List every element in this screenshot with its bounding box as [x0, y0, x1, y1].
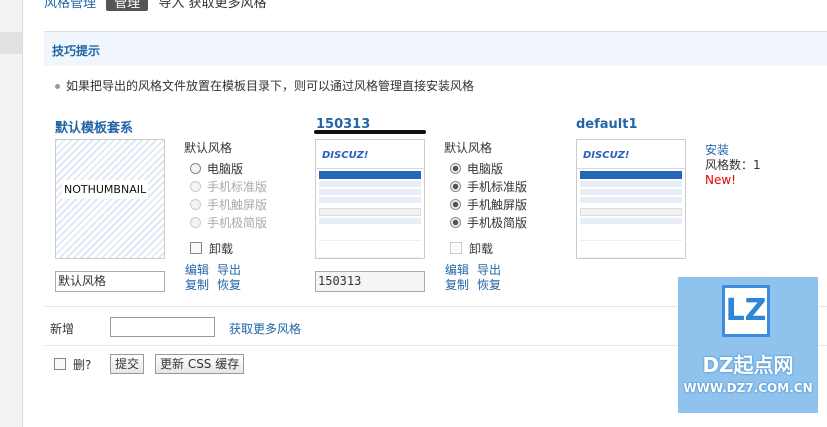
- default-style-label: 默认风格: [444, 141, 493, 155]
- radio-label: 电脑版: [467, 162, 504, 176]
- radio-mobile-standard[interactable]: 手机标准版: [444, 178, 527, 196]
- style-name-default[interactable]: 默认模板套系: [55, 117, 133, 136]
- radio-icon[interactable]: [190, 163, 201, 174]
- restore-link[interactable]: 恢复: [477, 278, 501, 292]
- radio-icon[interactable]: [450, 163, 461, 174]
- radio-icon[interactable]: [450, 217, 461, 228]
- radio-mobile-standard: 手机标准版: [184, 178, 267, 196]
- edit-link[interactable]: 编辑: [185, 263, 209, 277]
- radio-icon: [190, 217, 201, 228]
- discuz-logo: DISCUZ!: [583, 150, 630, 161]
- page-title: 风格管理: [44, 0, 97, 11]
- default-style-label: 默认风格: [184, 141, 233, 155]
- style-thumbnail-default[interactable]: NOTHUMBNAIL: [55, 139, 165, 259]
- style-name-default1[interactable]: default1: [576, 117, 638, 132]
- radio-icon: [190, 181, 201, 192]
- tip-text: 如果把导出的风格文件放置在模板目录下，则可以通过风格管理直接安装风格: [55, 77, 474, 94]
- style-name-input-default[interactable]: 默认风格: [55, 271, 165, 292]
- radio-icon[interactable]: [450, 199, 461, 210]
- style-thumbnail-150313[interactable]: DISCUZ!: [315, 139, 425, 259]
- uninstall-checkbox[interactable]: 卸载: [184, 240, 267, 257]
- tips-heading: 技巧提示: [52, 44, 101, 58]
- radio-label: 手机极简版: [207, 216, 268, 230]
- style-actions-default: 编辑 导出 复制 恢复: [185, 263, 249, 293]
- site-watermark: LZ DZ起点网 WWW.DZ7.COM.CN: [678, 277, 818, 413]
- submit-button[interactable]: 提交: [110, 354, 145, 374]
- add-style-input[interactable]: [110, 317, 215, 337]
- watermark-title: DZ起点网: [702, 353, 794, 377]
- radio-pc[interactable]: 电脑版: [444, 160, 527, 178]
- edit-link[interactable]: 编辑: [445, 263, 469, 277]
- export-link[interactable]: 导出: [217, 263, 241, 277]
- uninstall-checkbox: 卸载: [444, 240, 527, 257]
- tab-import[interactable]: 导入: [158, 0, 184, 11]
- add-label: 新增: [50, 322, 75, 336]
- radio-icon: [190, 199, 201, 210]
- radio-label: 手机触屏版: [467, 198, 528, 212]
- left-sidebar: [0, 0, 23, 427]
- tab-manage[interactable]: 管理: [106, 0, 149, 11]
- install-link[interactable]: 安装: [705, 143, 761, 158]
- radio-label: 手机极简版: [467, 216, 528, 230]
- style-actions-150313: 编辑 导出 复制 恢复: [445, 263, 509, 293]
- tab-more-styles[interactable]: 获取更多风格: [188, 0, 266, 11]
- radio-pc[interactable]: 电脑版: [184, 160, 267, 178]
- page-header: 风格管理 管理 导入 获取更多风格: [44, 0, 266, 11]
- radio-label: 手机标准版: [207, 180, 268, 194]
- radio-mobile-minimal: 手机极简版: [184, 214, 267, 232]
- nothumbnail-label: NOTHUMBNAIL: [62, 180, 149, 199]
- radio-mobile-touch[interactable]: 手机触屏版: [444, 196, 527, 214]
- style-options-150313: 默认风格 电脑版 手机标准版 手机触屏版 手机极简版 卸载: [444, 139, 527, 257]
- checkbox-icon[interactable]: [54, 358, 66, 370]
- style-count: 风格数：1: [705, 158, 761, 172]
- checkbox-icon[interactable]: [190, 242, 202, 254]
- tips-panel: 技巧提示: [44, 31, 827, 66]
- style-options-default: 默认风格 电脑版 手机标准版 手机触屏版 手机极简版 卸载: [184, 139, 267, 257]
- uninstall-label: 卸载: [469, 242, 494, 256]
- export-link[interactable]: 导出: [477, 263, 501, 277]
- restore-link[interactable]: 恢复: [217, 278, 241, 292]
- redaction-mark: [314, 130, 426, 134]
- update-css-cache-button[interactable]: 更新 CSS 缓存: [155, 354, 245, 374]
- radio-mobile-minimal[interactable]: 手机极简版: [444, 214, 527, 232]
- sidebar-tab[interactable]: [0, 32, 22, 54]
- new-badge: New!: [705, 173, 736, 187]
- copy-link[interactable]: 复制: [185, 278, 209, 292]
- copy-link[interactable]: 复制: [445, 278, 469, 292]
- delete-label: 删?: [73, 358, 92, 372]
- style-thumbnail-default1[interactable]: DISCUZ!: [576, 139, 686, 259]
- radio-label: 电脑版: [207, 162, 244, 176]
- style-name-input-150313[interactable]: 150313: [315, 271, 425, 292]
- radio-icon[interactable]: [450, 181, 461, 192]
- checkbox-icon: [450, 242, 462, 254]
- delete-checkbox[interactable]: 删?: [54, 356, 91, 373]
- watermark-logo: LZ: [722, 285, 770, 337]
- radio-label: 手机标准版: [467, 180, 528, 194]
- bullet-icon: [55, 84, 60, 89]
- discuz-logo: DISCUZ!: [322, 150, 369, 161]
- radio-mobile-touch: 手机触屏版: [184, 196, 267, 214]
- tip-text-label: 如果把导出的风格文件放置在模板目录下，则可以通过风格管理直接安装风格: [66, 79, 475, 93]
- radio-label: 手机触屏版: [207, 198, 268, 212]
- more-styles-link[interactable]: 获取更多风格: [229, 320, 301, 337]
- watermark-url: WWW.DZ7.COM.CN: [683, 381, 813, 395]
- uninstall-label: 卸载: [209, 242, 234, 256]
- install-panel: 安装 风格数：1 New!: [705, 143, 761, 188]
